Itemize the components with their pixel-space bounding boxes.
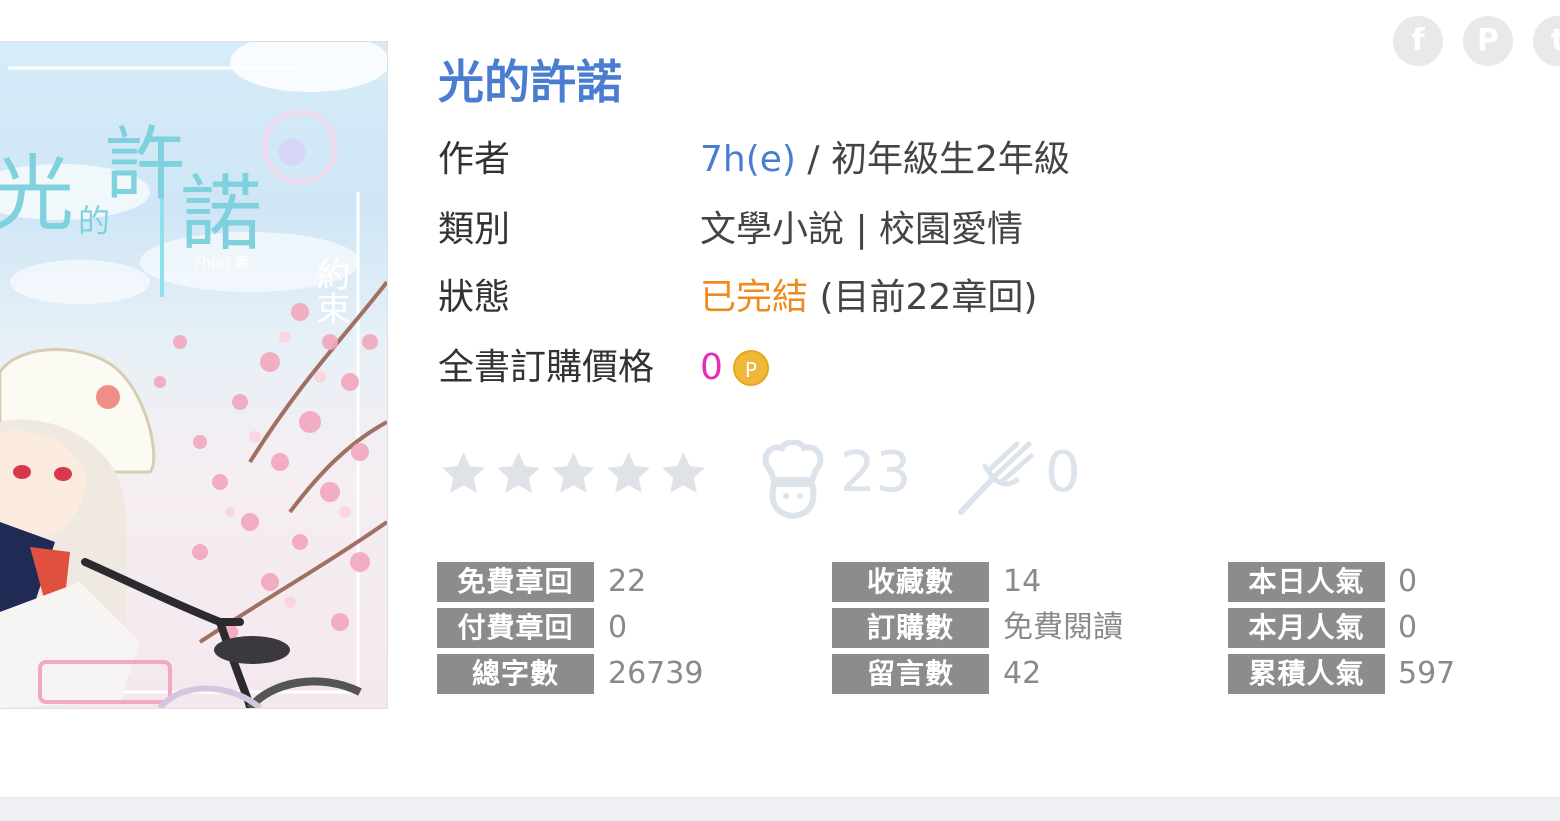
paid-chapters-value: 0 <box>608 610 628 645</box>
monthly-popularity-value: 0 <box>1398 610 1418 645</box>
paid-chapters-label: 付費章回 <box>437 608 594 648</box>
subscriptions-value: 免費閱讀 <box>1003 610 1123 645</box>
comments-label: 留言數 <box>832 654 989 694</box>
star-icon[interactable] <box>658 448 709 499</box>
author-rank: 初年級生2年級 <box>830 139 1070 180</box>
favorites-label: 收藏數 <box>832 562 989 602</box>
price-value: 0 <box>700 347 723 388</box>
cover-illustration: 光 的 許 諾 約束 7h(e) 著 <box>0 42 387 708</box>
daily-popularity-value: 0 <box>1398 564 1418 599</box>
coin-icon: P <box>732 350 769 386</box>
author-info: 7h(e) / 初年級生2年級 <box>700 138 1070 182</box>
author-label: 作者 <box>438 139 511 180</box>
total-popularity-label: 累積人氣 <box>1228 654 1385 694</box>
category-label: 類別 <box>438 209 511 250</box>
rating-stars[interactable] <box>438 448 709 499</box>
pinterest-share-icon[interactable]: P <box>1463 16 1513 66</box>
star-icon[interactable] <box>493 448 544 499</box>
twitter-share-icon[interactable]: t <box>1533 16 1560 66</box>
author-separator: / <box>795 139 831 180</box>
word-count-label: 總字數 <box>437 654 594 694</box>
status-detail: (目前22章回) <box>808 277 1038 318</box>
fork-count: 0 <box>1045 440 1081 505</box>
subscriptions-label: 訂購數 <box>832 608 989 648</box>
free-chapters-label: 免費章回 <box>437 562 594 602</box>
cover-title-char-3: 許 <box>105 118 185 211</box>
price-label: 全書訂購價格 <box>438 347 655 388</box>
star-icon[interactable] <box>603 448 654 499</box>
free-chapters-value: 22 <box>608 564 647 599</box>
author-link[interactable]: 7h(e) <box>700 139 796 180</box>
cover-title-char-1: 光 <box>0 147 74 242</box>
status-badge: 已完結 <box>700 277 809 318</box>
star-icon[interactable] <box>438 448 489 499</box>
fork-icon[interactable] <box>955 440 1035 516</box>
cover-title-char-4: 諾 <box>180 167 262 262</box>
status-info: 已完結 (目前22章回) <box>700 276 1037 320</box>
cover-author-tag: 7h(e) 著 <box>193 255 249 271</box>
book-title[interactable]: 光的許諾 <box>438 52 622 112</box>
star-icon[interactable] <box>548 448 599 499</box>
price-info: 0P <box>700 346 769 390</box>
comments-value: 42 <box>1003 656 1042 691</box>
monthly-popularity-label: 本月人氣 <box>1228 608 1385 648</box>
category-value: 文學小說 | 校園愛情 <box>700 209 1024 250</box>
favorites-value: 14 <box>1003 564 1042 599</box>
daily-popularity-label: 本日人氣 <box>1228 562 1385 602</box>
status-label: 狀態 <box>438 277 511 318</box>
chef-count: 23 <box>840 440 912 505</box>
total-popularity-value: 597 <box>1398 656 1456 691</box>
chef-hat-icon[interactable] <box>760 440 826 520</box>
facebook-share-icon[interactable]: f <box>1393 16 1443 66</box>
word-count-value: 26739 <box>608 656 704 691</box>
cover-vertical-text: 約束 <box>310 257 350 325</box>
book-cover[interactable]: 光 的 許 諾 約束 7h(e) 著 <box>0 41 388 709</box>
section-divider <box>0 797 1560 821</box>
